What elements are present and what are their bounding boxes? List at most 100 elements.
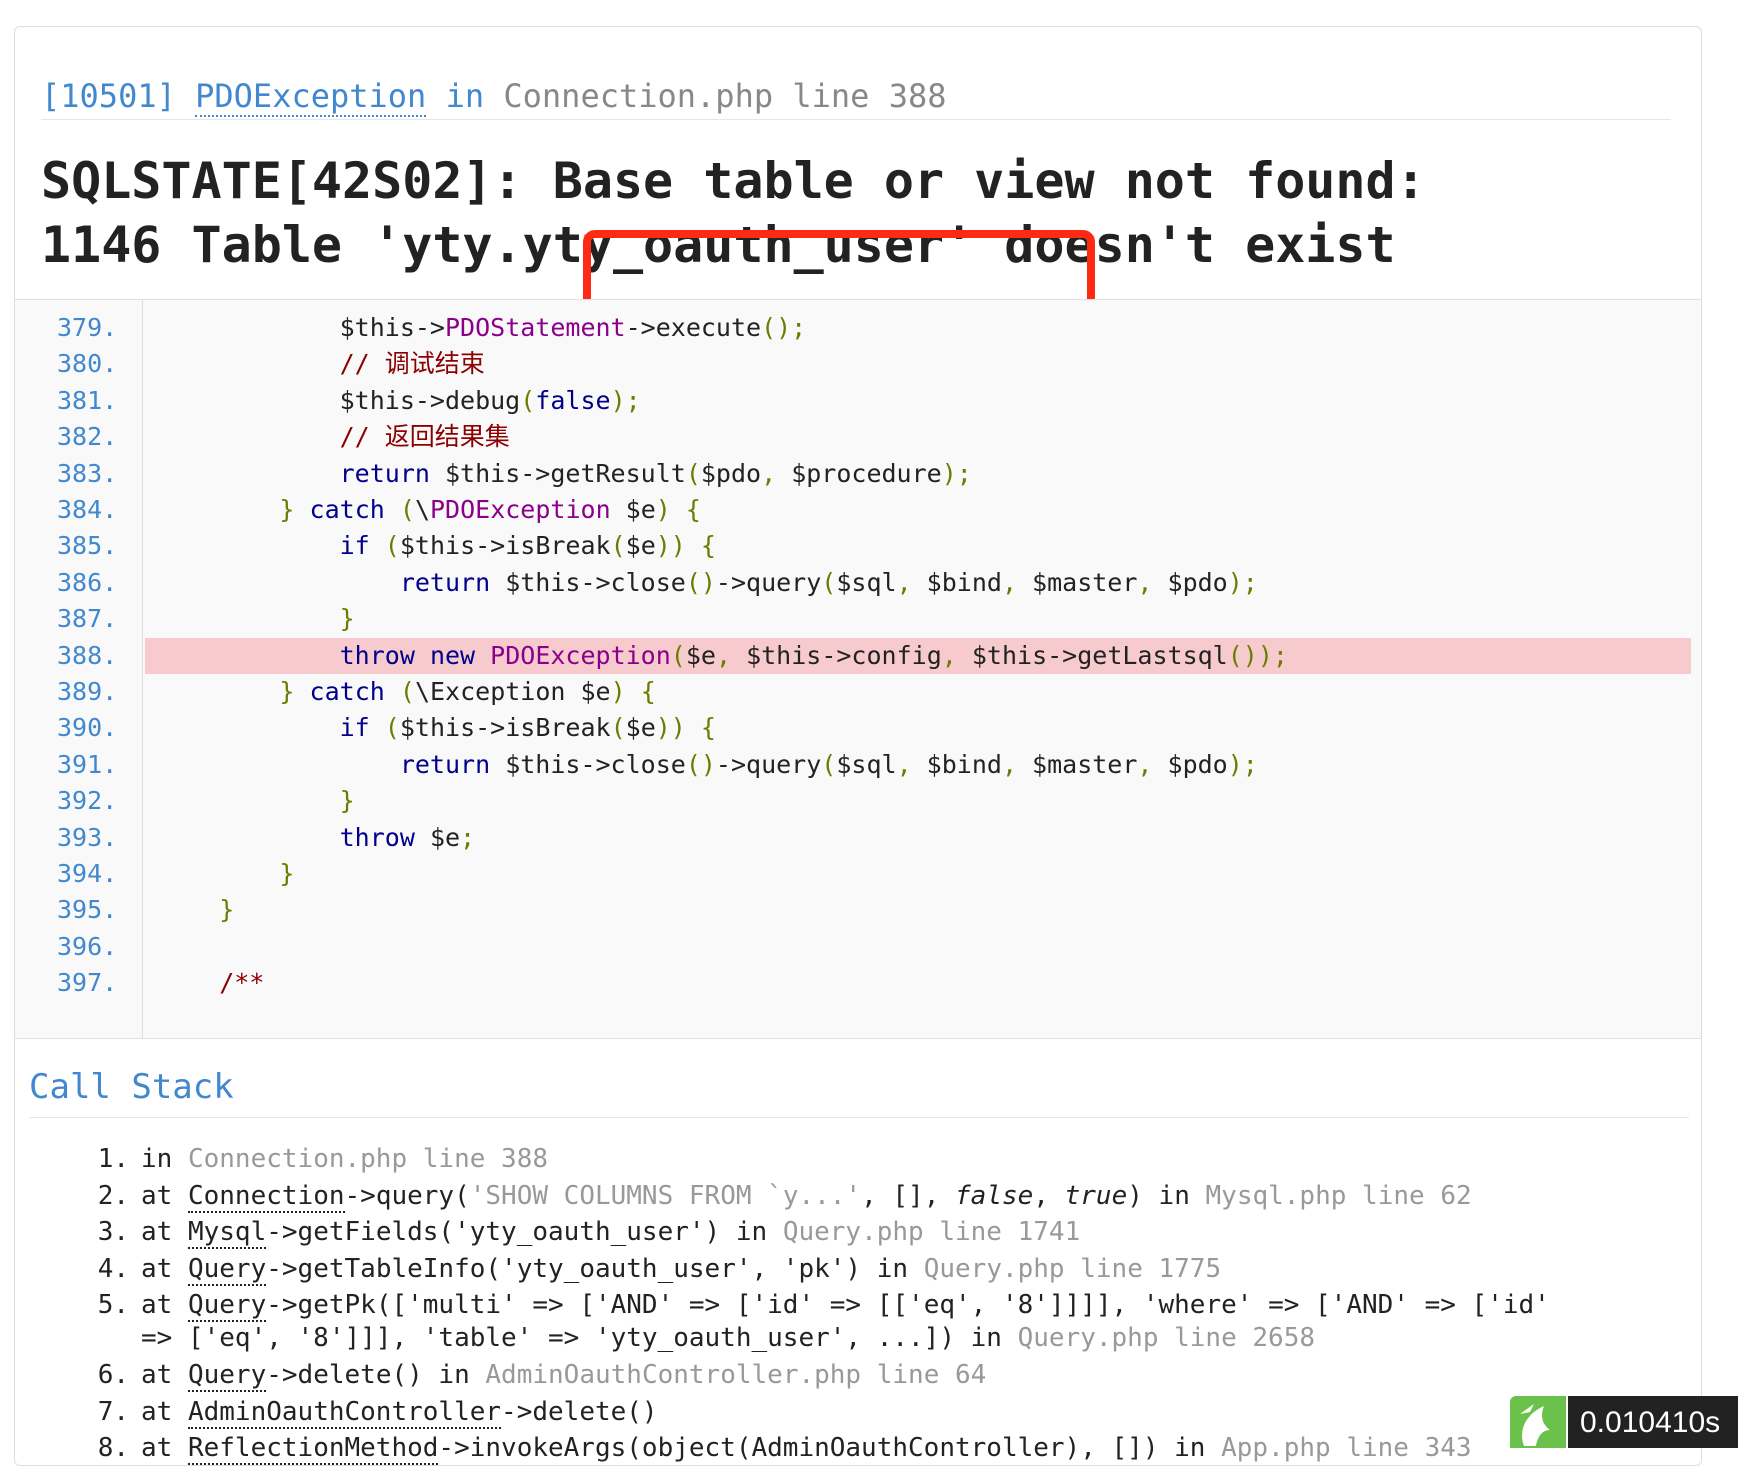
code-token: ());	[1227, 640, 1288, 670]
code-text: $this->debug(false);	[159, 383, 641, 419]
code-token: ,	[896, 567, 927, 597]
stack-item-text: at Connection->query('SHOW COLUMNS FROM …	[141, 1180, 1472, 1213]
stack-token: Connection.php line 388	[187, 1144, 548, 1174]
stack-item-text: at Mysql->getFields('yty_oauth_user') in…	[141, 1216, 1080, 1249]
code-token: );	[1227, 567, 1258, 597]
code-token: $e	[414, 822, 461, 852]
stack-token: ,	[1033, 1180, 1065, 1211]
stack-class-link[interactable]: Mysql	[187, 1217, 267, 1249]
code-token: $sql	[836, 567, 897, 597]
code-token: (	[685, 458, 701, 488]
line-number: 395.	[57, 895, 118, 925]
code-text: } catch (\Exception $e) {	[159, 674, 655, 710]
line-number: 396.	[57, 931, 118, 961]
stack-token: true	[1064, 1180, 1128, 1211]
stack-token: at	[141, 1360, 188, 1390]
stack-class-link[interactable]: Query	[187, 1290, 267, 1322]
code-token: /**	[159, 968, 265, 998]
code-line: 396.	[15, 929, 1701, 965]
stack-token: at	[141, 1253, 188, 1284]
code-line: 379. $this->PDOStatement->execute();	[15, 310, 1701, 346]
code-token: \Exception $e	[414, 677, 611, 706]
code-token: $this->close	[490, 567, 686, 597]
error-code: [10501]	[41, 77, 176, 115]
code-text: if ($this->isBreak($e)) {	[159, 528, 716, 564]
stack-class-link[interactable]: Query	[187, 1360, 267, 1392]
code-token: (	[399, 677, 415, 706]
stack-class-link[interactable]: Query	[187, 1253, 267, 1286]
code-token: // 调试结束	[159, 349, 485, 379]
code-token: $bind	[926, 749, 1002, 779]
code-token: PDOStatement	[444, 313, 626, 342]
code-text: throw new PDOException($e, $this->config…	[159, 638, 1288, 674]
code-token: return	[339, 458, 430, 488]
code-text: return $this->close()->query($sql, $bind…	[159, 747, 1258, 783]
code-line: 390. if ($this->isBreak($e)) {	[15, 710, 1701, 746]
line-number: 379.	[57, 313, 118, 342]
stack-token: ->invokeArgs(object(AdminOauthController…	[438, 1433, 1222, 1463]
code-token: (	[821, 567, 837, 597]
code-token: )) {	[655, 531, 716, 561]
exception-card: [10501] PDOException in Connection.php l…	[14, 26, 1702, 1466]
code-token: }	[279, 677, 295, 706]
code-text: }	[159, 892, 234, 928]
code-token: $bind	[926, 567, 1002, 597]
code-line: 382. // 返回结果集	[15, 419, 1701, 455]
code-text: // 返回结果集	[159, 419, 510, 455]
code-token: $sql	[836, 749, 897, 779]
code-token: ();	[761, 313, 807, 342]
stack-item-text: in Connection.php line 388	[141, 1143, 548, 1176]
code-line: 387. }	[15, 601, 1701, 637]
code-token: if	[339, 713, 370, 743]
code-token: catch	[309, 495, 385, 524]
code-token: ) {	[655, 495, 701, 524]
stack-token: ->getFields('yty_oauth_user') in	[266, 1217, 783, 1247]
stack-class-link[interactable]: ReflectionMethod	[187, 1433, 439, 1465]
stack-item-number: 1.	[97, 1144, 129, 1174]
code-token: }	[219, 895, 235, 925]
code-token: }	[339, 786, 355, 816]
code-token: $e	[610, 495, 656, 524]
code-token: );	[941, 458, 972, 488]
stack-token: ->getTableInfo('yty_oauth_user', 'pk') i…	[266, 1253, 924, 1284]
code-token: ->query	[715, 749, 822, 779]
line-number: 388.	[57, 640, 118, 670]
stack-token: ->getPk(['multi' => ['AND' => ['id' => […	[266, 1290, 1550, 1320]
line-number: 384.	[57, 495, 118, 524]
code-token: return	[399, 567, 491, 597]
runtime-badge[interactable]: 0.010410s	[1510, 1396, 1738, 1448]
message-line-1: SQLSTATE[42S02]: Base table or view not …	[41, 152, 1426, 210]
runtime-value: 0.010410s	[1568, 1396, 1738, 1448]
stack-class-link[interactable]: AdminOauthController	[187, 1396, 502, 1429]
stack-token: => ['eq', '8']]], 'table' => 'yty_oauth_…	[141, 1323, 1018, 1353]
stack-item-text: at Query->getTableInfo('yty_oauth_user',…	[141, 1253, 1221, 1286]
code-line: 392. }	[15, 783, 1701, 819]
call-stack-title: Call Stack	[29, 1057, 1689, 1118]
code-text: }	[159, 783, 355, 819]
stack-item-text: at ReflectionMethod->invokeArgs(object(A…	[141, 1432, 1472, 1465]
stack-class-link[interactable]: Connection	[187, 1180, 345, 1213]
code-line: 389. } catch (\Exception $e) {	[15, 674, 1701, 710]
exception-location: Connection.php line 388	[503, 77, 947, 115]
code-token: ->execute	[625, 313, 762, 342]
exception-class-link[interactable]: PDOException	[195, 77, 427, 117]
code-token: $this->config	[746, 640, 942, 670]
code-token: $e	[625, 531, 656, 561]
code-token: PDOException	[430, 495, 611, 524]
code-token: $master	[1032, 749, 1138, 779]
code-token: ,	[941, 640, 972, 670]
code-token: ,	[1137, 567, 1168, 597]
code-token: }	[279, 495, 295, 524]
code-text: throw $e;	[159, 820, 475, 856]
code-token: ->query	[715, 567, 822, 597]
code-line: 380. // 调试结束	[15, 346, 1701, 382]
thinkphp-logo-icon	[1510, 1396, 1566, 1448]
